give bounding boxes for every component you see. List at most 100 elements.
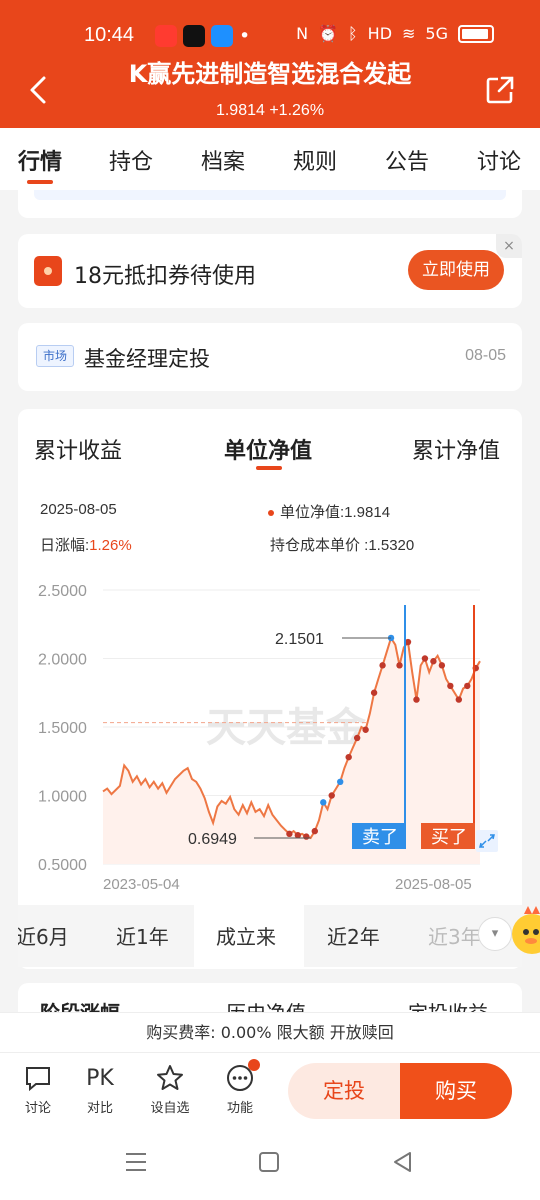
bluetooth-icon: ᛒ xyxy=(348,24,358,43)
more-dots-icon xyxy=(212,1059,268,1093)
menu-icon[interactable] xyxy=(124,1150,148,1174)
market-card[interactable]: 市场 基金经理定投 08-05 xyxy=(18,323,522,391)
trade-marker xyxy=(320,799,327,806)
functions-label: 功能 xyxy=(226,1101,253,1116)
close-icon[interactable]: × xyxy=(496,234,522,258)
period-3y[interactable]: 近3年 xyxy=(428,921,481,950)
trade-marker xyxy=(345,753,352,761)
buy-button[interactable]: 购买 xyxy=(400,1063,512,1119)
y-tick-label: 0.5000 xyxy=(38,857,87,874)
discuss-label: 讨论 xyxy=(24,1101,51,1116)
compare-button[interactable]: PK 对比 xyxy=(72,1063,128,1117)
fund-name: K赢先进制造智选混合发起 xyxy=(128,60,412,88)
market-date: 08-05 xyxy=(465,347,506,364)
trade-marker xyxy=(413,696,420,703)
status-time: 10:44 xyxy=(84,24,135,46)
dca-button[interactable]: 定投 xyxy=(288,1063,400,1119)
notification-icons: • xyxy=(155,25,250,47)
red-packet-icon xyxy=(34,256,62,286)
trade-marker xyxy=(328,792,335,799)
wifi-icon: ≋ xyxy=(402,24,416,43)
battery-icon xyxy=(458,24,494,43)
trade-marker xyxy=(396,662,403,669)
header: 10:44 • N ⏰ ᛒ HD ≋ 5G K赢先进制造智选混合发起 1.981… xyxy=(0,0,540,128)
mascot-icon[interactable] xyxy=(504,904,540,960)
trade-marker xyxy=(294,832,302,839)
share-icon[interactable] xyxy=(484,74,516,106)
app-notification-icon xyxy=(211,25,233,47)
main-tabs: 行情 持仓 档案 规则 公告 讨论 xyxy=(0,128,540,190)
system-icons: N ⏰ ᛒ HD ≋ 5G xyxy=(296,24,494,43)
y-tick-label: 2.0000 xyxy=(38,652,87,669)
top-card-remnant xyxy=(18,190,522,218)
trade-marker xyxy=(362,726,369,733)
trade-marker xyxy=(438,662,446,669)
tab-active-indicator xyxy=(27,180,53,184)
tab-market[interactable]: 行情 xyxy=(18,144,62,176)
bottom-action-bar: 讨论 PK 对比 设自选 功能 定投 购买 xyxy=(0,1052,540,1128)
trade-marker xyxy=(379,662,386,669)
fee-bar: 购买费率: 0.00% 限大额 开放赎回 xyxy=(0,1012,540,1052)
tab-announcements[interactable]: 公告 xyxy=(385,144,429,176)
y-tick-label: 1.5000 xyxy=(38,720,87,737)
trade-marker xyxy=(353,734,361,742)
trade-marker xyxy=(337,778,344,785)
add-watchlist-label: 设自选 xyxy=(150,1101,190,1116)
expand-icon xyxy=(476,830,498,852)
x-tick-label-start: 2023-05-04 xyxy=(103,876,180,893)
trade-marker xyxy=(370,689,378,696)
sell-label: 卖了 xyxy=(362,827,398,848)
tab-profile[interactable]: 档案 xyxy=(201,144,245,176)
trade-marker xyxy=(455,696,463,703)
tab-rules[interactable]: 规则 xyxy=(293,144,337,176)
watermark: 天天基金 xyxy=(206,705,367,751)
dot-icon: • xyxy=(239,25,251,47)
trade-marker xyxy=(303,833,310,840)
star-add-icon xyxy=(142,1063,198,1093)
tab-holdings[interactable]: 持仓 xyxy=(109,144,153,176)
fund-nav-change: 1.9814 +1.26% xyxy=(215,102,325,119)
trade-marker xyxy=(430,658,437,665)
trade-marker xyxy=(311,827,318,835)
nav-chart[interactable]: 2.5000 2.0000 1.5000 1.0000 0.5000 天天基金 2.1501… xyxy=(18,409,522,905)
discuss-button[interactable]: 讨论 xyxy=(10,1063,66,1116)
tiktok-icon xyxy=(183,25,205,47)
x-tick-label-end: 2025-08-05 xyxy=(395,876,472,893)
compare-label: 对比 xyxy=(86,1101,113,1116)
tab-discussion[interactable]: 讨论 xyxy=(477,144,521,176)
back-nav-icon[interactable] xyxy=(390,1150,414,1174)
coupon-card: 18元抵扣券待使用 立即使用 × xyxy=(18,234,522,308)
period-selector: 近6月 近1年 成立来 近2年 近3年 ▾ xyxy=(18,905,522,967)
trade-marker xyxy=(464,682,471,690)
market-tag: 市场 xyxy=(36,345,74,367)
period-6m[interactable]: 近6月 xyxy=(18,921,69,950)
y-tick-label: 2.5000 xyxy=(38,583,87,600)
system-nav-bar xyxy=(0,1128,540,1200)
pk-icon: PK xyxy=(86,1065,114,1091)
functions-button[interactable]: 功能 xyxy=(212,1059,268,1116)
add-watchlist-button[interactable]: 设自选 xyxy=(142,1063,198,1116)
period-2y[interactable]: 近2年 xyxy=(327,921,380,950)
use-coupon-button[interactable]: 立即使用 xyxy=(408,250,504,290)
market-title: 基金经理定投 xyxy=(84,347,210,371)
period-1y[interactable]: 近1年 xyxy=(116,921,169,950)
nfc-icon: N xyxy=(296,24,309,43)
alarm-icon: ⏰ xyxy=(318,24,339,43)
signal-icon: 5G xyxy=(425,24,448,43)
period-since-inception[interactable]: 成立来 xyxy=(216,921,276,950)
status-bar: 10:44 • N ⏰ ᛒ HD ≋ 5G xyxy=(0,18,540,54)
chat-icon xyxy=(10,1063,66,1093)
hd-icon: HD xyxy=(367,24,393,43)
coupon-text: 18元抵扣券待使用 xyxy=(74,264,256,289)
min-label: 0.6949 xyxy=(188,831,237,848)
y-tick-label: 1.0000 xyxy=(38,789,87,806)
video-app-icon xyxy=(155,25,177,47)
notification-badge xyxy=(248,1059,260,1071)
trade-marker xyxy=(286,830,293,838)
chart-card: 累计收益 单位净值 累计净值 2025-08-05 单位净值:1.9814 日涨… xyxy=(18,409,522,969)
trade-marker xyxy=(421,655,429,662)
trade-marker xyxy=(447,682,454,690)
home-icon[interactable] xyxy=(258,1150,280,1174)
buy-label: 买了 xyxy=(431,827,467,848)
max-label: 2.1501 xyxy=(275,631,324,648)
